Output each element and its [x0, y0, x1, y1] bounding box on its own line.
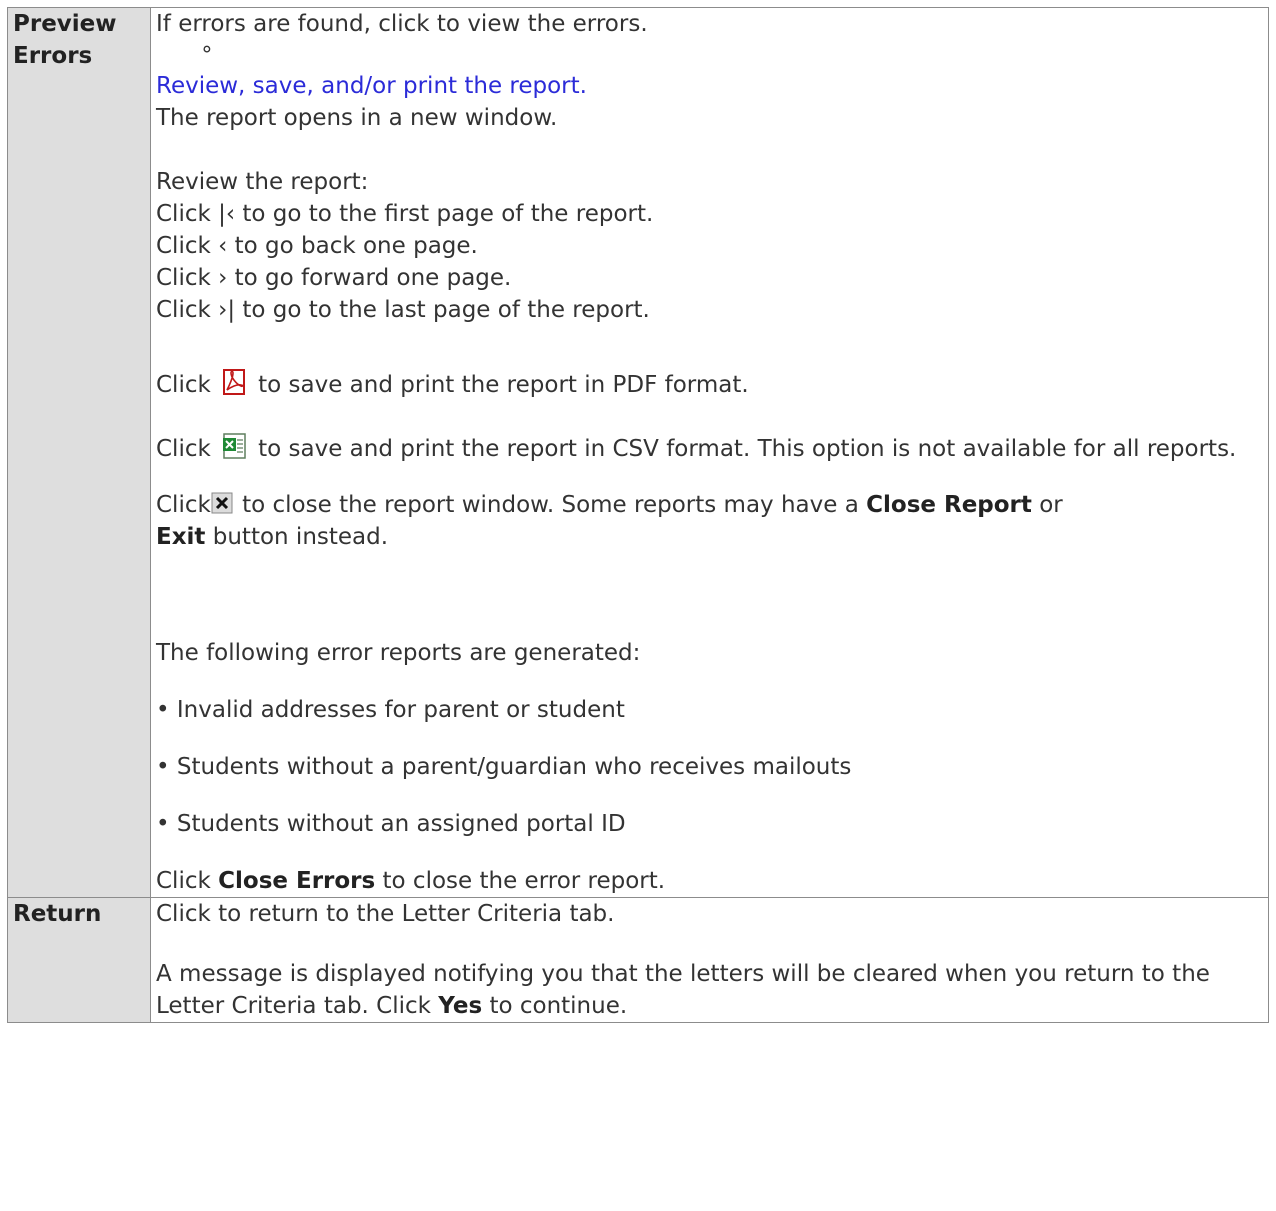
row-description: Click to return to the Letter Criteria t… [150, 897, 1269, 1023]
row-preview-errors: Preview Errors If errors are found, clic… [7, 7, 1269, 898]
help-table: Preview Errors If errors are found, clic… [7, 7, 1269, 1023]
close-x-icon[interactable] [211, 492, 233, 514]
row-description: If errors are found, click to view the e… [150, 7, 1269, 898]
pdf-line: Click to save and print the report in PD… [156, 368, 1268, 404]
error-item: • Students without a parent/guardian who… [156, 754, 852, 780]
opens-text: The report opens in a new window. [156, 105, 558, 131]
sub-bullet: ∘ [200, 37, 214, 62]
row-return: Return Click to return to the Letter Cri… [7, 897, 1269, 1023]
return-message: A message is displayed notifying you tha… [156, 961, 1210, 1019]
pdf-icon[interactable] [221, 368, 247, 396]
review-link[interactable]: Review, save, and/or print the report. [156, 70, 1268, 102]
row-header: Return [7, 897, 151, 1023]
return-text: Click to return to the Letter Criteria t… [156, 901, 615, 927]
row-header: Preview Errors [7, 7, 151, 898]
nav-back-text: Click ‹ to go back one page. [156, 233, 478, 259]
error-item: • Students without an assigned portal ID [156, 811, 626, 837]
nav-forward-text: Click › to go forward one page. [156, 265, 512, 291]
error-reports-intro: The following error reports are generate… [156, 640, 641, 666]
excel-icon[interactable] [221, 432, 247, 460]
close-line: Click to close the report window. Some r… [156, 492, 1063, 550]
csv-line: Click to save and print the report in CS… [156, 432, 1268, 465]
header-line: Return [13, 901, 102, 927]
nav-first-text: Click |‹ to go to the first page of the … [156, 201, 654, 227]
review-heading: Review the report: [156, 169, 369, 195]
error-item: • Invalid addresses for parent or studen… [156, 697, 625, 723]
close-errors-line: Click Close Errors to close the error re… [156, 868, 666, 894]
header-line: Errors [13, 43, 93, 69]
nav-last-text: Click ›| to go to the last page of the r… [156, 297, 650, 323]
intro-text: If errors are found, click to view the e… [156, 11, 648, 37]
header-line: Preview [13, 11, 117, 37]
